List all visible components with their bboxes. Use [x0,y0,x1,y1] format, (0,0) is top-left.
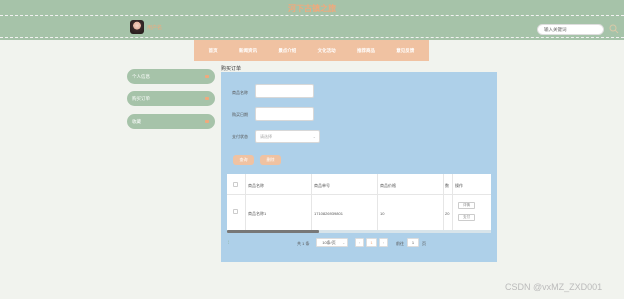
pager-marker: ¦ [228,239,230,244]
cell-price: 10 [380,211,385,216]
search-input[interactable]: 输入关键词 [537,24,604,35]
cell-qty: 20 [445,211,450,216]
nav-item-home[interactable]: 首页 [209,48,218,54]
next-page-button[interactable]: › [379,238,388,247]
nav-item-news[interactable]: 新闻资讯 [239,48,257,54]
nav-item-feedback[interactable]: 意见反馈 [396,48,414,54]
table-col-divider [377,174,378,230]
pay-button[interactable]: 支付 [458,214,475,221]
sidebar-item-favorites[interactable]: 收藏 [127,114,215,129]
avatar[interactable] [130,20,144,34]
delete-button[interactable]: 删除 [260,155,281,165]
scrollbar-thumb[interactable] [227,230,319,233]
search-icon[interactable] [609,24,619,34]
header-divider [0,15,624,16]
table-col-divider [452,174,453,230]
column-header-name: 商品名称 [248,183,264,188]
main-nav: 首页 新闻资讯 景点介绍 文化活动 推荐商品 意见反馈 [194,40,429,61]
orders-panel [221,72,497,262]
cell-order-no: 1710826939801 [314,211,343,216]
lock-icon [205,75,209,78]
purchase-date-input[interactable] [255,107,314,121]
goto-label: 前往 [396,241,404,246]
cell-name: 商品名称1 [248,211,267,216]
page-number-current[interactable]: 1 [366,238,377,247]
table-col-divider [311,174,312,230]
date-label: 购买日期 [232,112,248,117]
table-scrollbar[interactable] [227,230,491,233]
goto-page-input[interactable]: 1 [407,238,419,247]
pager-total: 共 1 条 [297,241,310,246]
sidebar-item-profile[interactable]: 个人信息 [127,69,215,84]
site-header: 河下古镇之旅 用户名 输入关键词 [0,0,624,40]
page-size-value: 10条/页 [322,240,336,245]
site-title: 河下古镇之旅 [288,4,336,13]
sidebar-item-orders[interactable]: 购买订单 [127,91,215,106]
column-header-qty: 数 [445,183,449,188]
product-name-input[interactable] [255,84,314,98]
header-divider-bottom [0,37,624,38]
watermark: CSDN @vxMZ_ZXD001 [505,282,603,292]
row-checkbox[interactable] [233,209,238,214]
sidebar-item-label: 收藏 [132,119,141,124]
chevron-down-icon: ⌄ [342,240,346,245]
column-header-price: 商品价格 [380,183,396,188]
status-placeholder: 请选择 [260,134,272,139]
table-col-divider [443,174,444,230]
column-header-actions: 操作 [455,183,463,188]
search-button[interactable]: 查询 [233,155,254,165]
sidebar-item-label: 个人信息 [132,74,150,79]
sidebar-item-label: 购买订单 [132,96,150,101]
goto-unit: 页 [422,241,426,246]
table-col-divider [245,174,246,230]
name-label: 商品名称 [232,90,248,95]
nav-item-products[interactable]: 推荐商品 [357,48,375,54]
lock-icon [205,120,209,123]
username[interactable]: 用户名 [147,24,162,31]
payment-status-select[interactable]: 请选择 ⌄ [255,130,320,143]
column-header-order-no: 商品单号 [314,183,330,188]
detail-button[interactable]: 详情 [458,202,475,209]
nav-item-culture[interactable]: 文化活动 [318,48,336,54]
chevron-down-icon: ⌄ [312,134,316,139]
page-title: 购买订单 [221,66,242,72]
select-all-checkbox[interactable] [233,182,238,187]
prev-page-button[interactable]: ‹ [355,238,364,247]
lock-icon [205,97,209,100]
nav-item-attractions[interactable]: 景点介绍 [278,48,296,54]
status-label: 支付状态 [232,134,248,139]
